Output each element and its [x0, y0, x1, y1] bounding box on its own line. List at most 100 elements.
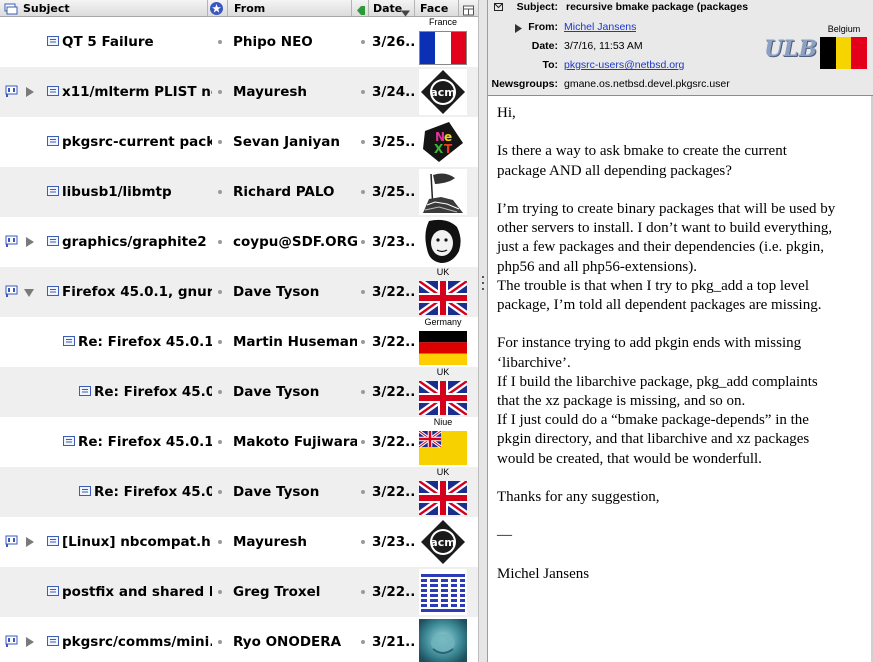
- label-dot: [361, 490, 365, 494]
- label-dot: [361, 190, 365, 194]
- message-row[interactable]: postfix and shared li... Greg Troxel 3/22.…: [0, 567, 478, 617]
- flag-icon[interactable]: [5, 85, 18, 97]
- ibm-logo-icon: [419, 569, 467, 615]
- face-country-label: Germany: [424, 317, 462, 327]
- priority-dot: [218, 190, 222, 194]
- expand-thread-icon[interactable]: [26, 637, 34, 647]
- message-body: Hi, Is there a way to ask bmake to creat…: [497, 104, 867, 603]
- message-headers: Subject: recursive bmake package (packag…: [488, 0, 873, 96]
- message-date: 3/24...: [372, 84, 416, 100]
- message-subject: graphics/graphite2 ...: [62, 234, 212, 250]
- sender-face: [419, 567, 467, 617]
- message-from: Martin Husemann: [233, 334, 357, 350]
- sender-face: UK: [416, 267, 470, 318]
- label-dot: [361, 340, 365, 344]
- message-row[interactable]: libusb1/libmtp Richard PALO 3/25...: [0, 167, 478, 217]
- label-dot: [361, 290, 365, 294]
- flag-icon[interactable]: [5, 285, 18, 297]
- column-date[interactable]: Date: [373, 1, 402, 16]
- message-subject: postfix and shared li...: [62, 584, 212, 600]
- column-face[interactable]: Face: [420, 1, 448, 16]
- label-tag-icon[interactable]: [356, 3, 366, 18]
- newsgroups-label: Newsgroups:: [491, 78, 558, 90]
- message-from: Dave Tyson: [233, 284, 320, 300]
- message-row[interactable]: Re: Firefox 45.0... Dave Tyson 3/22... UK: [0, 467, 478, 518]
- header-from-link[interactable]: Michel Jansens: [564, 21, 636, 33]
- column-from[interactable]: From: [234, 1, 265, 16]
- face-country-label: Niue: [433, 417, 453, 427]
- flag-icon[interactable]: [5, 235, 18, 247]
- label-dot: [361, 90, 365, 94]
- message-from: Richard PALO: [233, 184, 335, 200]
- signature: Michel Jansens: [497, 565, 590, 582]
- priority-dot: [218, 540, 222, 544]
- priority-dot: [218, 440, 222, 444]
- column-chooser-icon[interactable]: [463, 3, 474, 18]
- priority-dot: [218, 640, 222, 644]
- message-icon: [47, 536, 59, 546]
- message-row[interactable]: pkgsrc-current pack... Sevan Janiyan 3/25.…: [0, 117, 478, 167]
- thread-icon[interactable]: [4, 2, 18, 17]
- acm-logo-icon: acm: [419, 69, 467, 115]
- expand-thread-icon[interactable]: [26, 87, 34, 97]
- uk-flag-icon: [416, 378, 470, 418]
- message-row[interactable]: pkgsrc/comms/mini... Ryo ONODERA 3/21...: [0, 617, 478, 662]
- label-dot: [361, 40, 365, 44]
- svg-text:acm: acm: [430, 536, 455, 549]
- message-from: Greg Troxel: [233, 584, 321, 600]
- label-dot: [361, 390, 365, 394]
- label-dot: [361, 140, 365, 144]
- collapse-thread-icon[interactable]: [24, 289, 34, 297]
- priority-dot: [218, 140, 222, 144]
- message-date: 3/22...: [372, 484, 416, 500]
- message-row[interactable]: Re: Firefox 45.0.1, ... Makoto Fujiwara 3/…: [0, 417, 478, 467]
- message-subject: libusb1/libmtp: [62, 184, 172, 200]
- message-icon: [79, 486, 91, 496]
- svg-text:acm: acm: [430, 86, 455, 99]
- message-row[interactable]: QT 5 Failure Phipo NEO 3/26... France: [0, 17, 478, 67]
- message-from: Ryo ONODERA: [233, 634, 342, 650]
- uk-flag-icon: [416, 278, 470, 318]
- message-row[interactable]: Firefox 45.0.1, gnura... Dave Tyson 3/22..…: [0, 267, 478, 318]
- header-to-link[interactable]: pkgsrc-users@netbsd.org: [564, 59, 684, 71]
- expand-thread-icon[interactable]: [26, 537, 34, 547]
- sender-face: [419, 617, 467, 662]
- expand-thread-icon[interactable]: [26, 237, 34, 247]
- message-list-header: Subject From Date Face: [0, 0, 478, 17]
- message-icon: [79, 386, 91, 396]
- face-country-label: UK: [436, 467, 450, 477]
- label-dot: [361, 540, 365, 544]
- message-row[interactable]: Re: Firefox 45.0.1, ... Martin Husemann 3/…: [0, 317, 478, 367]
- priority-icon[interactable]: [209, 1, 224, 16]
- sender-face: Niue: [418, 417, 467, 467]
- face-country-label: France: [428, 17, 457, 27]
- germany-flag-icon: [419, 331, 467, 365]
- message-subject: Re: Firefox 45.0.1, ...: [78, 334, 212, 350]
- message-date: 3/22...: [372, 384, 416, 400]
- flag-icon[interactable]: [5, 635, 18, 647]
- sender-face: NeXT: [419, 117, 467, 167]
- message-icon: [47, 636, 59, 646]
- pane-splitter[interactable]: [478, 0, 488, 662]
- message-date: 3/22...: [372, 334, 416, 350]
- header-newsgroups: gmane.os.netbsd.devel.pkgsrc.user: [564, 78, 730, 90]
- message-row[interactable]: x11/mlterm PLIST ne... Mayuresh 3/24... acm: [0, 67, 478, 117]
- ulb-logo: ULB: [764, 36, 818, 62]
- message-row[interactable]: [Linux] nbcompat.h ... Mayuresh 3/23... acm: [0, 517, 478, 567]
- face-country-label: UK: [436, 267, 450, 277]
- column-subject[interactable]: Subject: [23, 1, 70, 16]
- message-subject: Re: Firefox 45.0...: [94, 384, 212, 400]
- message-from: Sevan Janiyan: [233, 134, 340, 150]
- paragraph-1: Is there a way to ask bmake to create th…: [497, 143, 787, 179]
- priority-dot: [218, 40, 222, 44]
- message-date: 3/25...: [372, 134, 416, 150]
- to-label: To:: [542, 59, 558, 71]
- message-row[interactable]: graphics/graphite2 ... coypu@SDF.ORG 3/23.…: [0, 217, 478, 267]
- flag-icon[interactable]: [5, 535, 18, 547]
- priority-dot: [218, 90, 222, 94]
- message-row[interactable]: Re: Firefox 45.0... Dave Tyson 3/22... UK: [0, 367, 478, 418]
- message-subject: Re: Firefox 45.0.1, ...: [78, 434, 212, 450]
- message-icon: [47, 586, 59, 596]
- acm-logo-icon: acm: [419, 519, 467, 565]
- message-subject: pkgsrc/comms/mini...: [62, 634, 212, 650]
